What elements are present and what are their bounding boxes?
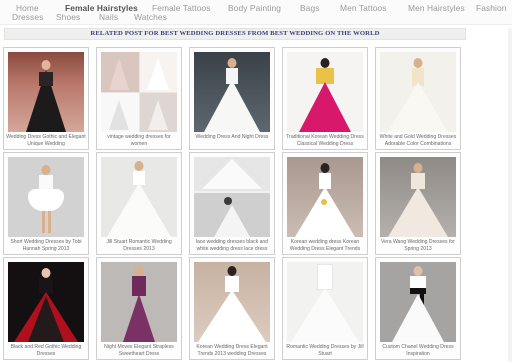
post-caption[interactable]: Black and Red Gothic Wedding Dresses <box>6 344 86 357</box>
post-card[interactable]: Short Wedding Dresses by Tobi Hannah Spr… <box>3 152 89 255</box>
post-caption[interactable]: lace wedding dresses black and white wed… <box>192 239 272 252</box>
nav-dresses[interactable]: Dresses <box>12 12 43 22</box>
post-card[interactable]: Korean wedding dress Korean Wedding Dres… <box>282 152 368 255</box>
nav-watches[interactable]: Watches <box>134 12 167 22</box>
post-card[interactable]: Wedding Dress Gothic and Elegant Unique … <box>3 47 89 150</box>
post-card[interactable]: Vera Wang Wedding Dresses for Spring 201… <box>375 152 461 255</box>
post-thumbnail[interactable] <box>287 52 363 132</box>
post-thumbnail[interactable] <box>8 52 84 132</box>
post-caption[interactable]: Night Moves Elegant Strapless Sweetheart… <box>99 344 179 357</box>
post-thumbnail[interactable] <box>101 52 177 132</box>
post-caption[interactable]: Korean Wedding Dress Elegant Trends 2013… <box>192 344 272 357</box>
post-caption[interactable]: Custom Chanel Wedding Dress Inspiration <box>378 344 458 357</box>
post-card[interactable]: Night Moves Elegant Strapless Sweetheart… <box>96 257 182 360</box>
post-thumbnail[interactable] <box>101 157 177 237</box>
nav-bags[interactable]: Bags <box>300 3 320 13</box>
post-card[interactable]: Traditional Korean Wedding Dress Classic… <box>282 47 368 150</box>
post-thumbnail[interactable] <box>194 157 270 237</box>
related-posts-grid: Wedding Dress Gothic and Elegant Unique … <box>3 47 465 362</box>
post-thumbnail[interactable] <box>380 262 456 342</box>
post-card[interactable]: Custom Chanel Wedding Dress Inspiration <box>375 257 461 360</box>
post-caption[interactable]: vintage wedding dresses for women <box>99 134 179 147</box>
post-caption[interactable]: Korean wedding dress Korean Wedding Dres… <box>285 239 365 252</box>
post-thumbnail[interactable] <box>287 262 363 342</box>
post-caption[interactable]: Traditional Korean Wedding Dress Classic… <box>285 134 365 147</box>
post-thumbnail[interactable] <box>380 157 456 237</box>
post-thumbnail[interactable] <box>194 52 270 132</box>
post-caption[interactable]: Romantic Wedding Dresses by Jill Stuart <box>285 344 365 357</box>
post-caption[interactable]: Vera Wang Wedding Dresses for Spring 201… <box>378 239 458 252</box>
nav-nails[interactable]: Nails <box>99 12 118 22</box>
post-thumbnail[interactable] <box>287 157 363 237</box>
post-card[interactable]: Romantic Wedding Dresses by Jill Stuart <box>282 257 368 360</box>
post-thumbnail[interactable] <box>380 52 456 132</box>
post-thumbnail[interactable] <box>8 157 84 237</box>
top-navigation: Home Female Hairstyles Female Tattoos Bo… <box>0 0 512 25</box>
post-card[interactable]: White and Gold Wedding Dresses Adorable … <box>375 47 461 150</box>
nav-fashion[interactable]: Fashion <box>476 3 507 13</box>
post-caption[interactable]: Wedding Dress Gothic and Elegant Unique … <box>6 134 86 147</box>
post-thumbnail[interactable] <box>194 262 270 342</box>
post-thumbnail[interactable] <box>101 262 177 342</box>
section-title: RELATED POST FOR BEST WEDDING DRESSES FR… <box>90 30 380 37</box>
page-edge <box>508 28 512 362</box>
section-heading: RELATED POST FOR BEST WEDDING DRESSES FR… <box>4 28 466 40</box>
post-card[interactable]: Black and Red Gothic Wedding Dresses <box>3 257 89 360</box>
post-card[interactable]: Jill Stuart Romantic Wedding Dresses 201… <box>96 152 182 255</box>
nav-men-tattoos[interactable]: Men Tattoos <box>340 3 387 13</box>
post-caption[interactable]: Wedding Dress And Night Dress <box>192 134 272 141</box>
nav-body-painting[interactable]: Body Painting <box>228 3 281 13</box>
post-card[interactable]: lace wedding dresses black and white wed… <box>189 152 275 255</box>
post-card[interactable]: vintage wedding dresses for women <box>96 47 182 150</box>
post-caption[interactable]: White and Gold Wedding Dresses Adorable … <box>378 134 458 147</box>
nav-shoes[interactable]: Shoes <box>56 12 80 22</box>
nav-men-hairstyles[interactable]: Men Hairstyles <box>408 3 465 13</box>
post-card[interactable]: Korean Wedding Dress Elegant Trends 2013… <box>189 257 275 360</box>
post-card[interactable]: Wedding Dress And Night Dress <box>189 47 275 150</box>
post-caption[interactable]: Short Wedding Dresses by Tobi Hannah Spr… <box>6 239 86 252</box>
post-thumbnail[interactable] <box>8 262 84 342</box>
post-caption[interactable]: Jill Stuart Romantic Wedding Dresses 201… <box>99 239 179 252</box>
